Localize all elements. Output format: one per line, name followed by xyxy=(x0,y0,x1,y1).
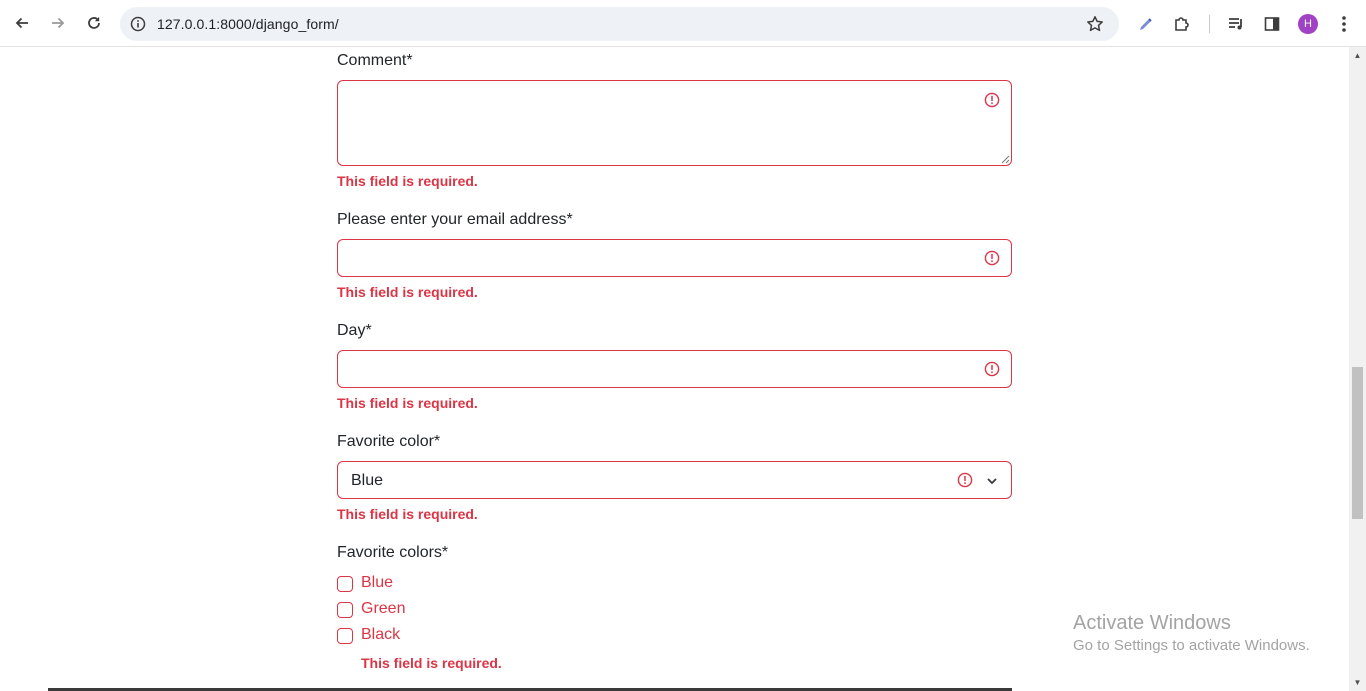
checkbox-label[interactable]: Blue xyxy=(361,574,393,592)
checkbox-label[interactable]: Green xyxy=(361,600,405,618)
checkbox[interactable] xyxy=(337,602,353,618)
favorite-color-error: This field is required. xyxy=(337,506,478,522)
back-icon[interactable] xyxy=(10,11,34,35)
error-icon xyxy=(984,92,1000,108)
error-icon xyxy=(957,472,973,488)
favorite-colors-error: This field is required. xyxy=(361,655,502,671)
activation-watermark-subtitle: Go to Settings to activate Windows. xyxy=(1073,637,1310,654)
resize-grip-icon[interactable] xyxy=(1000,154,1010,164)
error-icon xyxy=(984,250,1000,266)
checkbox-label[interactable]: Black xyxy=(361,626,400,644)
scroll-up-arrow-icon[interactable]: ▲ xyxy=(1349,47,1366,64)
comment-error: This field is required. xyxy=(337,173,478,189)
error-icon xyxy=(984,361,1000,377)
day-label: Day* xyxy=(337,322,372,339)
url-text[interactable]: 127.0.0.1:8000/django_form/ xyxy=(157,16,339,32)
forward-icon[interactable] xyxy=(46,11,70,35)
menu-kebab-icon[interactable] xyxy=(1333,13,1355,35)
site-info-icon[interactable] xyxy=(128,14,148,34)
extension-pen-icon[interactable] xyxy=(1135,13,1157,35)
chevron-down-icon xyxy=(987,478,997,485)
checkbox[interactable] xyxy=(337,628,353,644)
favorite-color-selected: Blue xyxy=(351,472,384,489)
toolbar-separator xyxy=(1209,15,1210,33)
favorite-color-label: Favorite color* xyxy=(337,433,441,450)
email-label: Please enter your email address* xyxy=(337,211,573,228)
email-input[interactable] xyxy=(337,239,1012,277)
reload-icon[interactable] xyxy=(82,11,106,35)
activation-watermark-title: Activate Windows xyxy=(1073,612,1231,634)
comment-label: Comment* xyxy=(337,52,413,69)
day-input[interactable] xyxy=(337,350,1012,388)
media-controls-icon[interactable] xyxy=(1225,13,1247,35)
address-bar[interactable]: 127.0.0.1:8000/django_form/ xyxy=(120,7,1119,41)
browser-toolbar: 127.0.0.1:8000/django_form/ H xyxy=(0,0,1366,47)
day-error: This field is required. xyxy=(337,395,478,411)
email-error: This field is required. xyxy=(337,284,478,300)
favorite-colors-label: Favorite colors* xyxy=(337,544,449,561)
bookmark-star-icon[interactable] xyxy=(1085,14,1105,34)
profile-avatar[interactable]: H xyxy=(1298,14,1318,34)
side-panel-icon[interactable] xyxy=(1261,13,1283,35)
favorite-color-select[interactable]: Blue xyxy=(337,461,1012,499)
scroll-down-arrow-icon[interactable]: ▼ xyxy=(1349,674,1366,691)
vertical-scrollbar[interactable]: ▲ ▼ xyxy=(1349,47,1366,691)
checkbox[interactable] xyxy=(337,576,353,592)
extensions-puzzle-icon[interactable] xyxy=(1171,13,1193,35)
comment-textarea[interactable] xyxy=(337,80,1012,166)
scroll-thumb[interactable] xyxy=(1352,367,1363,519)
